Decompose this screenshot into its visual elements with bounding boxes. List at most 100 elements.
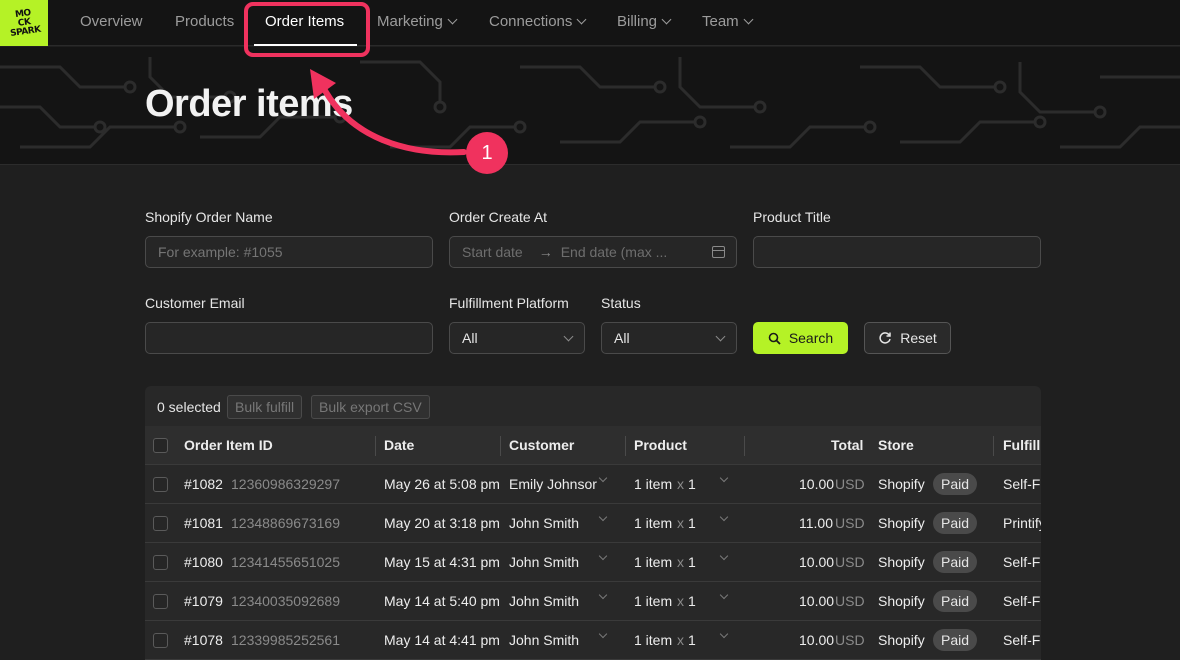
order-item-id: 12348869673169 (231, 515, 341, 531)
nav-overview[interactable]: Overview (80, 13, 143, 30)
table-row[interactable]: #1078 12339985252561 May 14 at 4:41 pm J… (145, 621, 1041, 660)
search-button[interactable]: Search (753, 322, 848, 354)
column-divider (625, 436, 626, 456)
chevron-down-icon (661, 14, 672, 25)
chevron-down-icon[interactable] (719, 473, 729, 483)
product-quantity: 1 (688, 515, 696, 531)
date-range-picker[interactable]: Start date → End date (max ... (449, 236, 737, 268)
product-count: 1 item (634, 515, 673, 531)
column-customer[interactable]: Customer (509, 437, 574, 453)
chevron-down-icon[interactable] (598, 590, 608, 600)
product-quantity: 1 (688, 593, 696, 609)
store-name: Shopify (878, 515, 925, 531)
order-number[interactable]: #1079 (184, 593, 223, 609)
reset-button[interactable]: Reset (864, 322, 951, 354)
chevron-down-icon[interactable] (598, 512, 608, 522)
chevron-down-icon[interactable] (598, 629, 608, 639)
order-date: May 26 at 5:08 pm (384, 476, 500, 492)
nav-overview-label: Overview (80, 13, 143, 30)
status-value: All (614, 330, 630, 346)
currency: USD (835, 515, 865, 531)
nav-team[interactable]: Team (702, 13, 754, 30)
selected-count: 0 selected (157, 399, 221, 415)
chevron-down-icon (743, 14, 754, 25)
order-number[interactable]: #1082 (184, 476, 223, 492)
row-checkbox[interactable] (153, 516, 168, 531)
nav-team-label: Team (702, 13, 739, 30)
order-number[interactable]: #1080 (184, 554, 223, 570)
total-amount: 10.00 (799, 554, 835, 570)
order-name-label: Shopify Order Name (145, 209, 273, 225)
order-date: May 14 at 4:41 pm (384, 632, 500, 648)
status-badge: Paid (933, 590, 978, 612)
column-total[interactable]: Total (831, 437, 863, 453)
column-date[interactable]: Date (384, 437, 414, 453)
calendar-icon (712, 246, 725, 258)
status-badge: Paid (933, 551, 978, 573)
nav-billing[interactable]: Billing (617, 13, 672, 30)
table-row[interactable]: #1079 12340035092689 May 14 at 5:40 pm J… (145, 582, 1041, 621)
row-checkbox[interactable] (153, 477, 168, 492)
status-select[interactable]: All (601, 322, 737, 354)
annotation-step-badge: 1 (466, 132, 508, 174)
start-date-placeholder[interactable]: Start date (462, 244, 523, 260)
product-quantity: 1 (688, 476, 696, 492)
reload-icon (879, 332, 891, 344)
column-product[interactable]: Product (634, 437, 687, 453)
highlight-box (244, 2, 370, 57)
row-checkbox[interactable] (153, 555, 168, 570)
end-date-placeholder[interactable]: End date (max ... (561, 244, 668, 260)
column-divider (375, 436, 376, 456)
order-number[interactable]: #1078 (184, 632, 223, 648)
app-logo[interactable]: MO CK SPARK (0, 0, 48, 46)
page-header-banner: Order items (0, 47, 1180, 165)
column-order-item-id[interactable]: Order Item ID (184, 437, 273, 453)
table-row[interactable]: #1080 12341455651025 May 15 at 4:31 pm J… (145, 543, 1041, 582)
order-item-id: 12339985252561 (231, 632, 341, 648)
customer-name: John Smith (509, 632, 580, 648)
chevron-down-icon (715, 331, 726, 341)
quantity-multiplier: x (677, 632, 684, 648)
order-item-id: 12360986329297 (231, 476, 341, 492)
bulk-export-csv-button[interactable]: Bulk export CSV (311, 395, 430, 419)
chevron-down-icon[interactable] (719, 551, 729, 561)
order-item-id: 12340035092689 (231, 593, 341, 609)
nav-marketing[interactable]: Marketing (377, 13, 458, 30)
chevron-down-icon[interactable] (598, 551, 608, 561)
column-divider (500, 436, 501, 456)
chevron-down-icon[interactable] (719, 590, 729, 600)
row-checkbox[interactable] (153, 594, 168, 609)
nav-products[interactable]: Products (175, 13, 234, 30)
table-toolbar: 0 selected Bulk fulfill Bulk export CSV (145, 386, 1041, 426)
order-date: May 15 at 4:31 pm (384, 554, 500, 570)
order-items-table: 0 selected Bulk fulfill Bulk export CSV … (145, 386, 1041, 660)
arrow-right-icon: → (538, 244, 553, 260)
bulk-fulfill-button[interactable]: Bulk fulfill (227, 395, 303, 419)
currency: USD (835, 554, 865, 570)
customer-email-input[interactable] (145, 322, 433, 354)
nav-billing-label: Billing (617, 13, 658, 30)
chevron-down-icon[interactable] (719, 629, 729, 639)
nav-connections-label: Connections (489, 13, 573, 30)
column-store[interactable]: Store (878, 437, 914, 453)
nav-connections[interactable]: Connections (489, 13, 587, 30)
product-title-input[interactable] (753, 236, 1041, 268)
row-checkbox[interactable] (153, 633, 168, 648)
currency: USD (835, 593, 865, 609)
reset-button-label: Reset (900, 330, 937, 346)
fulfillment-platform-select[interactable]: All (449, 322, 585, 354)
table-row[interactable]: #1082 12360986329297 May 26 at 5:08 pm E… (145, 465, 1041, 504)
order-number[interactable]: #1081 (184, 515, 223, 531)
column-fulfillment[interactable]: Fulfillm (1003, 437, 1041, 453)
chevron-down-icon[interactable] (598, 473, 608, 483)
order-name-input[interactable] (145, 236, 433, 268)
logo-text: MO CK SPARK (9, 7, 42, 39)
store-name: Shopify (878, 632, 925, 648)
fulfillment-platform: Self-Fu (1003, 632, 1041, 648)
table-row[interactable]: #1081 12348869673169 May 20 at 3:18 pm J… (145, 504, 1041, 543)
select-all-checkbox[interactable] (153, 438, 168, 453)
chevron-down-icon[interactable] (719, 512, 729, 522)
customer-name: John Smith (509, 515, 580, 531)
status-badge: Paid (933, 473, 978, 495)
nav-marketing-label: Marketing (377, 13, 443, 30)
